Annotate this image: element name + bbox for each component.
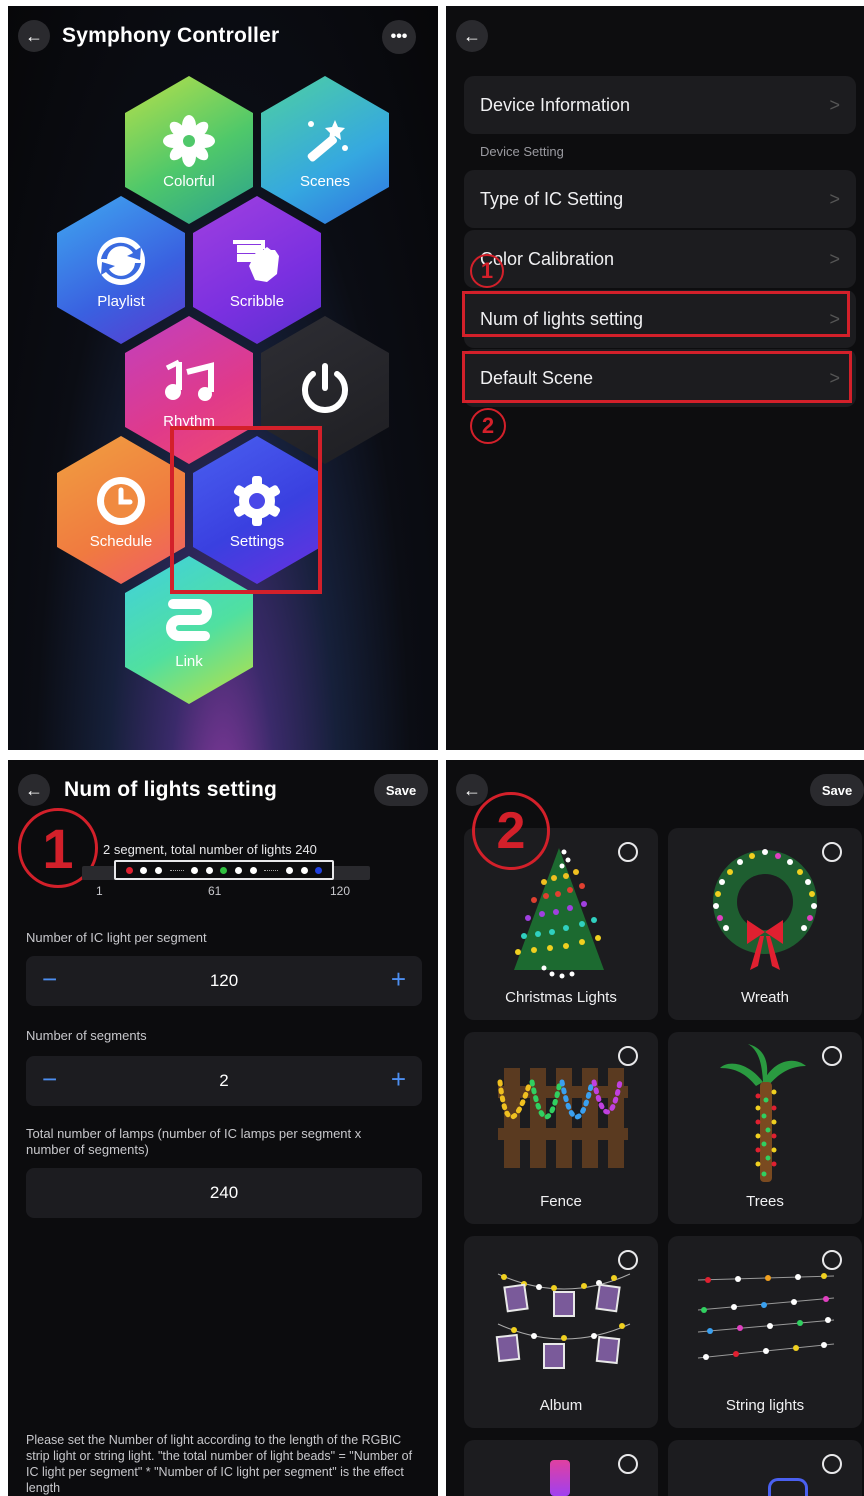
more-button[interactable]: •••: [382, 20, 416, 54]
arrow-left-icon: ←: [463, 25, 481, 46]
lamp-icon: [550, 1460, 570, 1496]
scene-radio[interactable]: [822, 1046, 842, 1066]
arrow-left-icon: ←: [25, 25, 43, 46]
device-settings-panel: ← Device Information > Device Setting Typ…: [446, 6, 864, 750]
link-label: Link: [175, 653, 203, 670]
scene-card-wreath[interactable]: Wreath: [668, 828, 862, 1020]
chevron-right-icon: >: [829, 248, 840, 269]
default-scene-highlight-box: [462, 351, 852, 403]
hand-draw-icon: [193, 234, 321, 293]
symphony-controller-panel: ← Symphony Controller ••• Colorful Scene…: [8, 6, 438, 750]
ic-type-label: Type of IC Setting: [480, 188, 624, 209]
light-strip-preview: [114, 860, 334, 880]
scenes-tile[interactable]: Scenes: [261, 76, 389, 224]
arc-lights-icon: [768, 1478, 808, 1496]
back-button[interactable]: ←: [456, 20, 488, 52]
scene-name: Album: [539, 1397, 583, 1414]
scene-name: Fence: [540, 1193, 582, 1210]
per-segment-stepper: − 120 +: [26, 956, 422, 1006]
magic-wand-icon: [261, 114, 389, 173]
refresh-cycle-icon: [57, 234, 185, 293]
scene-card-fence[interactable]: Fence: [464, 1032, 658, 1224]
scene-name: Wreath: [740, 989, 790, 1006]
power-icon: [261, 360, 389, 421]
total-value: 240: [209, 1183, 239, 1202]
scenes-label: Scenes: [299, 173, 351, 190]
scale-mid: 61: [208, 884, 222, 898]
default-scene-panel: ← Save Christmas Lights Wreath Fence Tre…: [446, 760, 864, 1496]
save-button[interactable]: Save: [810, 774, 864, 806]
scale-end: 120: [330, 884, 351, 898]
page-title: Num of lights setting: [64, 778, 278, 801]
chevron-right-icon: >: [829, 188, 840, 209]
step-2-marker: 2: [472, 792, 550, 870]
wreath-icon: [713, 849, 817, 970]
plus-icon[interactable]: +: [391, 964, 406, 995]
clock-icon: [57, 474, 185, 533]
music-note-icon: [125, 354, 253, 413]
chevron-right-icon: >: [829, 94, 840, 115]
scene-radio[interactable]: [618, 1046, 638, 1066]
link-chain-icon: [125, 594, 253, 653]
scale-start: 1: [96, 884, 103, 898]
step-1-marker: 1: [470, 254, 504, 288]
ic-type-row[interactable]: Type of IC Setting >: [464, 170, 856, 228]
colorful-tile[interactable]: Colorful: [125, 76, 253, 224]
scene-radio[interactable]: [822, 1454, 842, 1474]
per-segment-value[interactable]: 120: [26, 971, 422, 991]
palm-tree-icon: [720, 1044, 806, 1182]
scene-radio[interactable]: [618, 842, 638, 862]
scene-name: String lights: [725, 1397, 805, 1414]
save-button[interactable]: Save: [374, 774, 428, 806]
color-calibration-row[interactable]: Color Calibration >: [464, 230, 856, 288]
scene-card-partial-2[interactable]: [668, 1440, 862, 1496]
arrow-left-icon: ←: [463, 779, 481, 800]
photo-album-icon: [495, 1273, 631, 1369]
segment-summary: 2 segment, total number of lights 240: [103, 842, 317, 857]
scene-card-album[interactable]: Album: [464, 1236, 658, 1428]
per-segment-label: Number of IC light per segment: [26, 930, 207, 945]
flower-icon: [125, 114, 253, 173]
ellipsis-icon: •••: [390, 28, 408, 45]
settings-highlight-box: [170, 426, 322, 594]
plus-icon[interactable]: +: [391, 1064, 406, 1095]
device-information-label: Device Information: [480, 94, 631, 115]
total-label: Total number of lamps (number of IC lamp…: [26, 1126, 362, 1157]
scene-card-trees[interactable]: Trees: [668, 1032, 862, 1224]
num-lights-highlight-box: [462, 291, 850, 337]
scene-name: Christmas Lights: [505, 989, 617, 1006]
scene-card-string-lights[interactable]: String lights: [668, 1236, 862, 1428]
back-button[interactable]: ←: [456, 774, 488, 806]
scribble-label: Scribble: [229, 293, 285, 310]
fence-icon: [497, 1068, 628, 1168]
step-2-marker: 2: [470, 408, 506, 444]
back-button[interactable]: ←: [18, 774, 50, 806]
string-lights-icon: [697, 1273, 835, 1360]
back-button[interactable]: ←: [18, 20, 50, 52]
section-label: Device Setting: [480, 144, 564, 159]
schedule-label: Schedule: [89, 533, 153, 550]
scene-card-partial-1[interactable]: [464, 1440, 658, 1496]
playlist-label: Playlist: [97, 293, 145, 310]
scribble-tile[interactable]: Scribble: [193, 196, 321, 344]
playlist-tile[interactable]: Playlist: [57, 196, 185, 344]
segments-value[interactable]: 2: [26, 1071, 422, 1091]
segments-label: Number of segments: [26, 1028, 147, 1043]
num-lights-setting-panel: ← Num of lights setting Save 1 2 segment…: [8, 760, 438, 1496]
schedule-tile[interactable]: Schedule: [57, 436, 185, 584]
arrow-left-icon: ←: [25, 779, 43, 800]
scene-name: Trees: [746, 1193, 784, 1210]
total-display: 240: [26, 1168, 422, 1218]
footer-note: Please set the Number of light according…: [26, 1433, 413, 1495]
scene-radio[interactable]: [822, 1250, 842, 1270]
segments-stepper: − 2 +: [26, 1056, 422, 1106]
page-title: Symphony Controller: [62, 24, 280, 47]
scene-radio[interactable]: [618, 1454, 638, 1474]
colorful-label: Colorful: [163, 173, 215, 190]
scene-radio[interactable]: [822, 842, 842, 862]
scene-radio[interactable]: [618, 1250, 638, 1270]
device-information-row[interactable]: Device Information >: [464, 76, 856, 134]
